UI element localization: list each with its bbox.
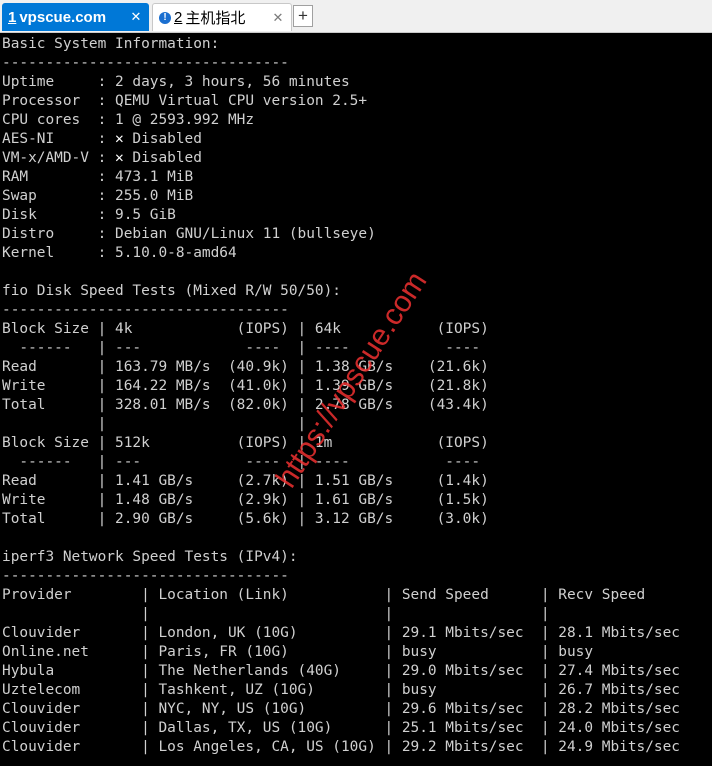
terminal-line: ---------------------------------	[2, 55, 289, 71]
tab-number: 1	[8, 8, 17, 26]
terminal-line: Write | 1.48 GB/s (2.9k) | 1.61 GB/s (1.…	[2, 492, 489, 508]
terminal-line: AES-NI : ✕ Disabled	[2, 131, 202, 147]
terminal-line: Total | 2.90 GB/s (5.6k) | 3.12 GB/s (3.…	[2, 511, 489, 527]
terminal-line: Clouvider | NYC, NY, US (10G) | 29.6 Mbi…	[2, 701, 680, 717]
terminal-line: Kernel : 5.10.0-8-amd64	[2, 245, 237, 261]
cross-icon: ✕	[115, 150, 124, 166]
terminal-line: Disk : 9.5 GiB	[2, 207, 176, 223]
terminal-line: | | |	[2, 606, 550, 622]
terminal-line: Block Size | 512k (IOPS) | 1m (IOPS)	[2, 435, 489, 451]
new-tab-button[interactable]: +	[293, 5, 313, 27]
terminal-line: Read | 1.41 GB/s (2.7k) | 1.51 GB/s (1.4…	[2, 473, 489, 489]
warning-icon: !	[159, 11, 171, 24]
tab-vpscue[interactable]: 1 vpscue.com ✕	[2, 3, 149, 31]
terminal-line: fio Disk Speed Tests (Mixed R/W 50/50):	[2, 283, 341, 299]
terminal-line: Swap : 255.0 MiB	[2, 188, 194, 204]
terminal-line: CPU cores : 1 @ 2593.992 MHz	[2, 112, 255, 128]
cross-icon: ✕	[115, 131, 124, 147]
terminal-line: | |	[2, 416, 307, 432]
terminal-line: ------ | --- ---- | ---- ----	[2, 340, 481, 356]
terminal-line: ---------------------------------	[2, 568, 289, 584]
terminal-line: iperf3 Network Speed Tests (IPv4):	[2, 549, 298, 565]
terminal-line: Clouvider | London, UK (10G) | 29.1 Mbit…	[2, 625, 680, 641]
terminal-line: Clouvider | Los Angeles, CA, US (10G) | …	[2, 739, 680, 755]
terminal-line: Read | 163.79 MB/s (40.9k) | 1.38 GB/s (…	[2, 359, 489, 375]
terminal-line: Basic System Information:	[2, 36, 220, 52]
tab-title: 主机指北	[185, 10, 246, 27]
terminal-line: Write | 164.22 MB/s (41.0k) | 1.39 GB/s …	[2, 378, 489, 394]
terminal-line: Clouvider | Dallas, TX, US (10G) | 25.1 …	[2, 720, 680, 736]
terminal-line: Online.net | Paris, FR (10G) | busy | bu…	[2, 644, 594, 660]
close-icon[interactable]: ✕	[129, 9, 143, 23]
tab-zhujizhibei[interactable]: ! 2 主机指北 ✕	[152, 3, 292, 31]
tab-title: vpscue.com	[19, 8, 107, 26]
terminal-line: Block Size | 4k (IOPS) | 64k (IOPS)	[2, 321, 489, 337]
terminal-line: RAM : 473.1 MiB	[2, 169, 194, 185]
terminal-line: Hybula | The Netherlands (40G) | 29.0 Mb…	[2, 663, 680, 679]
terminal-line: Provider | Location (Link) | Send Speed …	[2, 587, 646, 603]
terminal-line: ---------------------------------	[2, 302, 289, 318]
terminal-line: Distro : Debian GNU/Linux 11 (bullseye)	[2, 226, 376, 242]
close-icon[interactable]: ✕	[271, 10, 285, 24]
tab-number: 2	[174, 9, 183, 26]
terminal-line: Processor : QEMU Virtual CPU version 2.5…	[2, 93, 368, 109]
terminal-output[interactable]: Basic System Information: ---------------…	[2, 35, 712, 766]
tab-bar: 1 vpscue.com ✕ ! 2 主机指北 ✕ +	[0, 0, 712, 33]
terminal-line: VM-x/AMD-V : ✕ Disabled	[2, 150, 202, 166]
terminal-line: Total | 328.01 MB/s (82.0k) | 2.78 GB/s …	[2, 397, 489, 413]
terminal-line: ------ | --- ---- | ---- ----	[2, 454, 481, 470]
terminal-line: Uptime : 2 days, 3 hours, 56 minutes	[2, 74, 350, 90]
terminal-line: Uztelecom | Tashkent, UZ (10G) | busy | …	[2, 682, 680, 698]
